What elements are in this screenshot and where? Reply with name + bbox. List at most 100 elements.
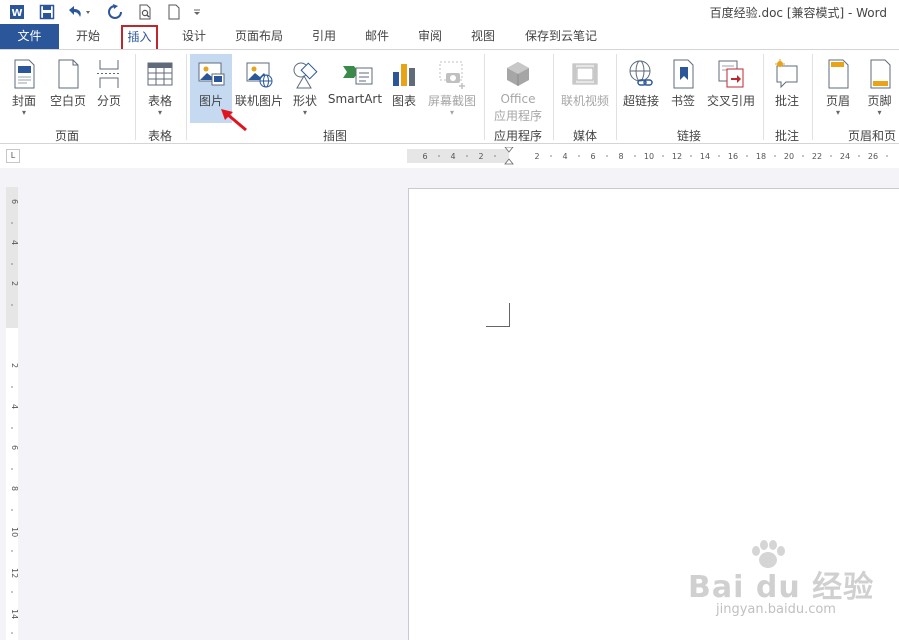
- shapes-label: 形状: [292, 94, 317, 108]
- document-title: 百度经验.doc [兼容模式] - Word: [709, 6, 887, 20]
- tab-references[interactable]: 引用: [302, 24, 346, 49]
- comment-button[interactable]: 批注: [767, 54, 807, 124]
- tab-file[interactable]: 文件: [0, 24, 59, 49]
- undo-icon[interactable]: [64, 2, 94, 22]
- ruler-tick-label: 10: [644, 152, 654, 161]
- redo-icon[interactable]: [104, 2, 126, 22]
- smartart-icon: [340, 58, 373, 90]
- save-icon[interactable]: [36, 2, 58, 22]
- ruler-tick-label: 12: [672, 152, 682, 161]
- group-divider: [553, 54, 554, 140]
- ruler-tick-label: 22: [812, 152, 822, 161]
- print-preview-icon[interactable]: [134, 2, 156, 22]
- ruler-tick-label: 20: [784, 152, 794, 161]
- bookmark-button[interactable]: 书签: [665, 54, 701, 124]
- smartart-label: SmartArt: [327, 92, 383, 106]
- document-workspace: 6 4 2 2 4 6 8 10 12 14 Bai du 经验 jingyan.baidu.co…: [0, 168, 899, 640]
- ruler-tick-label: 6: [10, 445, 19, 450]
- word-logo-icon[interactable]: W: [6, 2, 28, 22]
- cross-reference-button[interactable]: 交叉引用: [704, 54, 758, 124]
- baidu-watermark: Bai du 经验 jingyan.baidu.com: [688, 540, 873, 630]
- screenshot-icon: [437, 58, 467, 90]
- group-label-header-footer: 页眉和页: [848, 129, 897, 143]
- new-document-icon[interactable]: [164, 2, 184, 22]
- group-divider: [763, 54, 764, 140]
- table-button[interactable]: 表格 ▾: [140, 54, 180, 124]
- cover-page-button[interactable]: 封面 ▾: [6, 54, 42, 124]
- tab-review[interactable]: 审阅: [408, 24, 452, 49]
- smartart-button[interactable]: SmartArt: [326, 54, 384, 124]
- margin-corner-mark: [486, 303, 510, 327]
- header-icon: [823, 58, 853, 90]
- office-apps-button[interactable]: Office 应用程序: [488, 54, 548, 124]
- hyperlink-button[interactable]: 超链接: [620, 54, 662, 124]
- ruler-tick-label: 18: [756, 152, 766, 161]
- ruler-bar: L 6 4 2 2 4 6 8 10 12 14 16 18 20 22 24 26: [0, 145, 899, 168]
- online-video-button[interactable]: 联机视频: [557, 54, 613, 124]
- cover-page-label: 封面: [11, 94, 36, 108]
- screenshot-button[interactable]: 屏幕截图 ▾: [425, 54, 479, 124]
- hyperlink-icon: [626, 58, 656, 90]
- chart-icon: [389, 58, 419, 90]
- ruler-tick-label: 4: [10, 404, 19, 409]
- ruler-tick-label: 14: [700, 152, 710, 161]
- comment-icon: [772, 58, 802, 90]
- group-label-media: 媒体: [572, 129, 597, 143]
- chevron-down-icon: ▾: [21, 108, 26, 117]
- watermark-brand: Bai du 经验: [688, 570, 875, 605]
- red-arrow-icon: [221, 109, 247, 132]
- tab-design[interactable]: 设计: [172, 24, 216, 49]
- watermark-url: jingyan.baidu.com: [716, 602, 836, 617]
- ruler-tick-label: 2: [10, 363, 19, 368]
- chevron-down-icon: ▾: [157, 108, 162, 117]
- group-label-links: 链接: [676, 129, 701, 143]
- office-apps-icon: [503, 58, 533, 90]
- tab-insert[interactable]: 插入: [121, 25, 158, 49]
- tab-page-layout[interactable]: 页面布局: [228, 24, 290, 49]
- footer-label: 页脚: [867, 94, 892, 108]
- chart-label: 图表: [391, 94, 416, 108]
- customize-toolbar-icon[interactable]: [190, 2, 204, 22]
- table-icon: [145, 58, 175, 90]
- ruler-tick-label: 16: [728, 152, 738, 161]
- shapes-button[interactable]: 形状 ▾: [287, 54, 323, 124]
- header-button[interactable]: 页眉 ▾: [818, 54, 858, 124]
- tab-home[interactable]: 开始: [66, 24, 110, 49]
- group-divider: [812, 54, 813, 140]
- blank-page-button[interactable]: 空白页: [47, 54, 89, 124]
- chart-button[interactable]: 图表: [386, 54, 422, 124]
- ruler-tick-label: 24: [840, 152, 850, 161]
- online-picture-icon: [244, 58, 274, 90]
- tab-save-to-cloud-note[interactable]: 保存到云笔记: [515, 24, 607, 49]
- group-label-comments: 批注: [774, 129, 799, 143]
- ruler-tick-label: 2: [10, 281, 19, 286]
- table-label: 表格: [147, 94, 172, 108]
- screenshot-label: 屏幕截图: [427, 94, 476, 108]
- ruler-tick-label: 6: [590, 152, 595, 161]
- picture-label: 图片: [198, 94, 223, 108]
- comment-label: 批注: [774, 94, 799, 108]
- footer-button[interactable]: 页脚 ▾: [860, 54, 899, 124]
- footer-icon: [865, 58, 895, 90]
- ruler-tick-label: 14: [10, 609, 19, 619]
- chevron-down-icon: ▾: [449, 108, 454, 117]
- svg-text:W: W: [11, 8, 22, 19]
- cross-reference-label: 交叉引用: [706, 94, 755, 108]
- horizontal-ruler[interactable]: 6 4 2 2 4 6 8 10 12 14 16 18 20 22 24 26: [407, 147, 899, 165]
- group-label-pages: 页面: [54, 129, 79, 143]
- ruler-tick-label: 10: [10, 527, 19, 537]
- title-bar: W 百度经验.doc [兼容模式] - Word: [0, 0, 899, 24]
- tab-selector[interactable]: L: [6, 149, 20, 163]
- chevron-down-icon: ▾: [877, 108, 882, 117]
- vertical-ruler[interactable]: 6 4 2 2 4 6 8 10 12 14: [4, 187, 20, 640]
- group-divider: [186, 54, 187, 140]
- group-divider: [135, 54, 136, 140]
- tab-mailings[interactable]: 邮件: [355, 24, 399, 49]
- shapes-icon: [290, 58, 320, 90]
- page-break-button[interactable]: 分页: [92, 54, 126, 124]
- ribbon-insert: 封面 ▾ 空白页 分页 页面 表格 ▾ 表格 图片 联机图片 形状 ▾ Smar…: [0, 49, 899, 144]
- blank-page-label: 空白页: [49, 94, 86, 108]
- tab-view[interactable]: 视图: [461, 24, 505, 49]
- header-label: 页眉: [825, 94, 850, 108]
- ruler-tick-label: 4: [562, 152, 567, 161]
